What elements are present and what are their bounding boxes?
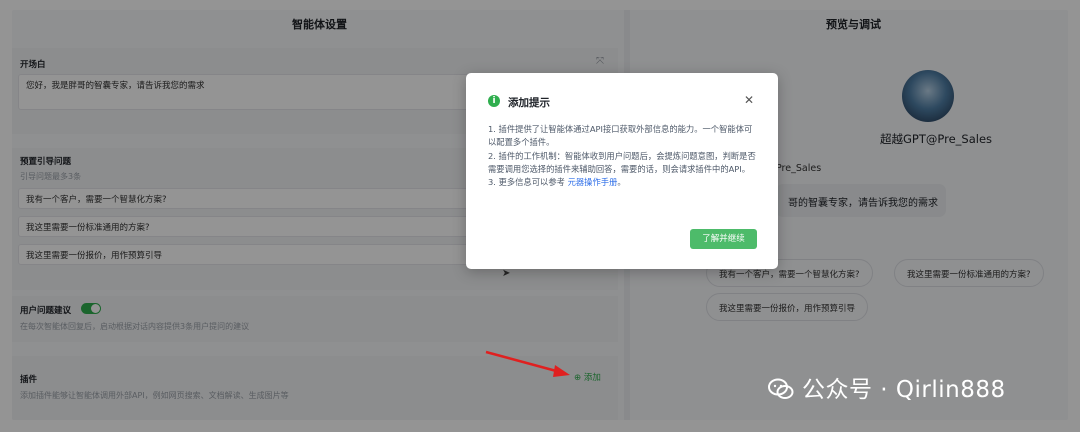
wechat-watermark: 公众号 · Qirlin888 xyxy=(768,370,1006,404)
red-arrow-icon xyxy=(485,350,570,377)
watermark-text: 公众号 · Qirlin888 xyxy=(802,377,1006,403)
dialog-line-prefix: 3. 更多信息可以参考 xyxy=(488,177,568,188)
mouse-cursor-icon: ➤ xyxy=(502,268,511,279)
dialog-body: 1. 插件提供了让智能体通过API接口获取外部信息的能力。一个智能体可以配置多个… xyxy=(488,123,760,189)
dialog-title: 添加提示 xyxy=(508,97,550,109)
close-icon[interactable]: ✕ xyxy=(744,93,754,107)
wechat-icon xyxy=(768,378,794,399)
manual-link[interactable]: 元器操作手册 xyxy=(568,177,618,187)
dialog-line: 2. 插件的工作机制：智能体收到用户问题后，会提炼问题意图，判断是否需要调用您选… xyxy=(488,150,756,174)
confirm-continue-button[interactable]: 了解并继续 xyxy=(690,229,757,249)
info-icon: i xyxy=(488,95,500,107)
dialog-line: 3. 更多信息可以参考 元器操作手册。 xyxy=(488,176,760,189)
add-plugin-tip-dialog: i 添加提示 ✕ 1. 插件提供了让智能体通过API接口获取外部信息的能力。一个… xyxy=(466,73,778,269)
dialog-line: 1. 插件提供了让智能体通过API接口获取外部信息的能力。一个智能体可以配置多个… xyxy=(488,124,753,148)
dialog-line-suffix: 。 xyxy=(617,177,626,188)
